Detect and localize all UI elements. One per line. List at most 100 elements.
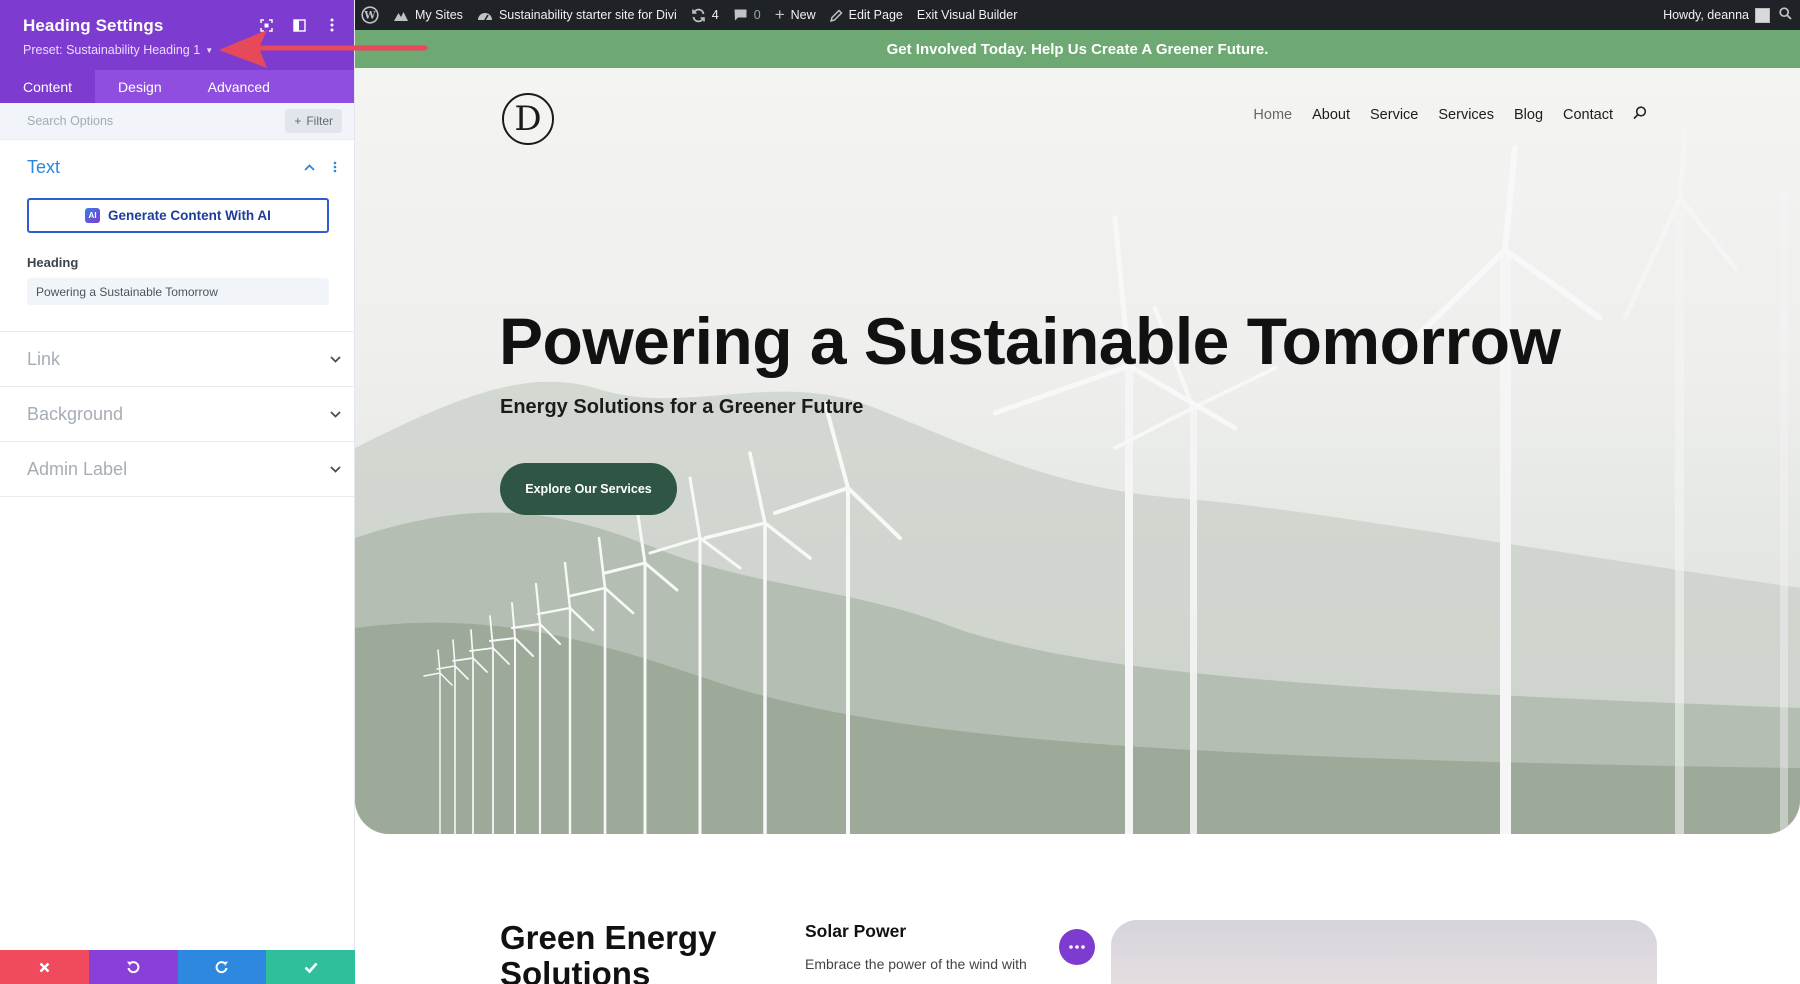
text-section: Text AI Generate Content With AI Heading: [0, 140, 354, 332]
admin-label-section-title: Admin Label: [27, 458, 128, 479]
wind-farm-background-image: [355, 125, 1800, 834]
tab-content[interactable]: Content: [0, 70, 96, 103]
nav-item-about[interactable]: About: [1312, 107, 1350, 123]
preset-label: Preset: Sustainability Heading 1: [23, 43, 201, 57]
nav-item-home[interactable]: Home: [1253, 107, 1292, 123]
tab-advanced[interactable]: Advanced: [185, 70, 293, 103]
background-section-title: Background: [27, 403, 124, 424]
avatar: [1755, 7, 1770, 23]
comments-count: 0: [753, 8, 761, 22]
pencil-icon: [829, 8, 843, 22]
hero-section: D Home About Service Services Blog Conta…: [355, 68, 1800, 834]
explore-services-button[interactable]: Explore Our Services: [500, 463, 677, 515]
plus-icon: +: [774, 5, 785, 24]
panel-header-tools: [258, 17, 340, 33]
search-options-input[interactable]: [27, 114, 227, 128]
chevron-down-icon: [328, 352, 342, 366]
nav-item-contact[interactable]: Contact: [1563, 107, 1613, 123]
admin-bar-right: Howdy, deanna: [1663, 0, 1792, 30]
site-name-menu[interactable]: Sustainability starter site for Divi: [477, 8, 677, 22]
link-section-title: Link: [27, 348, 61, 369]
comment-bubble-icon: [734, 9, 747, 21]
wordpress-logo-icon[interactable]: W: [361, 6, 379, 24]
my-sites-menu[interactable]: My Sites: [393, 8, 463, 22]
tab-design[interactable]: Design: [95, 70, 185, 103]
undo-icon: [127, 961, 140, 974]
plus-icon: +: [294, 114, 302, 128]
exit-visual-builder-link[interactable]: Exit Visual Builder: [917, 8, 1018, 22]
nav-item-service[interactable]: Service: [1370, 107, 1418, 123]
filter-button[interactable]: + Filter: [285, 109, 342, 133]
section-menu-icon[interactable]: [328, 160, 342, 174]
preset-selector[interactable]: Preset: Sustainability Heading 1 ▼: [23, 43, 354, 57]
section-heading: Green Energy Solutions: [500, 919, 717, 984]
site-name-label: Sustainability starter site for Divi: [498, 8, 677, 22]
options-search-bar: + Filter: [0, 103, 354, 140]
solar-power-title: Solar Power: [805, 921, 907, 941]
ai-button-label: Generate Content With AI: [108, 208, 271, 223]
admin-label-section-toggle[interactable]: Admin Label: [0, 442, 354, 496]
refresh-icon: [691, 8, 705, 22]
site-logo[interactable]: D: [502, 93, 554, 145]
comments-menu[interactable]: 0: [733, 8, 761, 22]
panel-footer: [0, 950, 355, 984]
caret-down-icon: ▼: [205, 45, 214, 55]
text-section-title: Text: [27, 156, 61, 177]
heading-settings-panel: Heading Settings Preset: Sustainability …: [0, 0, 355, 984]
edit-page-link[interactable]: Edit Page: [829, 8, 903, 22]
close-icon: [39, 962, 50, 972]
wp-admin-bar: W My Sites Sustainability starter site f…: [355, 0, 1800, 30]
section-image: [1111, 920, 1657, 984]
save-button[interactable]: [266, 950, 355, 984]
search-icon[interactable]: [1779, 7, 1792, 23]
ai-icon: AI: [85, 208, 101, 223]
site-preview: W My Sites Sustainability starter site f…: [355, 0, 1800, 984]
chevron-up-icon[interactable]: [302, 160, 316, 174]
solar-power-text: Embrace the power of the wind with: [805, 956, 1027, 972]
edit-page-label: Edit Page: [848, 8, 903, 22]
new-content-menu[interactable]: + New: [775, 5, 816, 25]
fullscreen-icon[interactable]: [258, 17, 274, 33]
updates-count: 4: [711, 8, 719, 22]
redo-button[interactable]: [177, 950, 267, 984]
text-section-tools: [302, 160, 342, 174]
text-section-body: AI Generate Content With AI Heading: [0, 194, 354, 331]
new-label: New: [790, 8, 816, 22]
hero-heading[interactable]: Powering a Sustainable Tomorrow: [499, 303, 1561, 379]
chevron-down-icon: [328, 462, 342, 476]
redo-icon: [215, 961, 228, 974]
more-options-icon[interactable]: [324, 17, 340, 33]
screen: Heading Settings Preset: Sustainability …: [0, 0, 1800, 984]
main-navigation: Home About Service Services Blog Contact: [1253, 106, 1647, 124]
link-section: Link: [0, 332, 354, 387]
undo-button[interactable]: [88, 950, 178, 984]
hero-subheading: Energy Solutions for a Greener Future: [500, 396, 864, 418]
link-section-toggle[interactable]: Link: [0, 332, 354, 386]
generate-content-ai-button[interactable]: AI Generate Content With AI: [27, 198, 329, 233]
updates-menu[interactable]: 4: [691, 8, 719, 23]
green-energy-section: Green Energy Solutions Solar Power Embra…: [355, 834, 1800, 984]
nav-item-services[interactable]: Services: [1438, 107, 1494, 123]
nav-item-blog[interactable]: Blog: [1514, 107, 1543, 123]
my-sites-label: My Sites: [415, 8, 463, 22]
sites-icon: [394, 11, 408, 21]
search-icon[interactable]: [1633, 106, 1647, 124]
text-section-toggle[interactable]: Text: [0, 140, 354, 194]
settings-tabs: Content Design Advanced: [0, 70, 354, 103]
background-section: Background: [0, 387, 354, 442]
account-menu[interactable]: Howdy, deanna: [1663, 7, 1770, 23]
heading-field-label: Heading: [27, 255, 79, 270]
snap-panel-icon[interactable]: [291, 17, 307, 33]
howdy-label: Howdy, deanna: [1663, 8, 1749, 22]
admin-label-section: Admin Label: [0, 442, 354, 497]
promo-banner: Get Involved Today. Help Us Create A Gre…: [355, 30, 1800, 68]
chevron-down-icon: [328, 407, 342, 421]
checkmark-icon: [304, 962, 318, 973]
filter-label: Filter: [306, 114, 333, 128]
module-options-button[interactable]: [1059, 929, 1095, 965]
background-section-toggle[interactable]: Background: [0, 387, 354, 441]
dashboard-icon: [477, 13, 492, 21]
discard-button[interactable]: [0, 950, 89, 984]
heading-text-field[interactable]: [27, 278, 329, 305]
panel-header: Heading Settings Preset: Sustainability …: [0, 0, 354, 70]
